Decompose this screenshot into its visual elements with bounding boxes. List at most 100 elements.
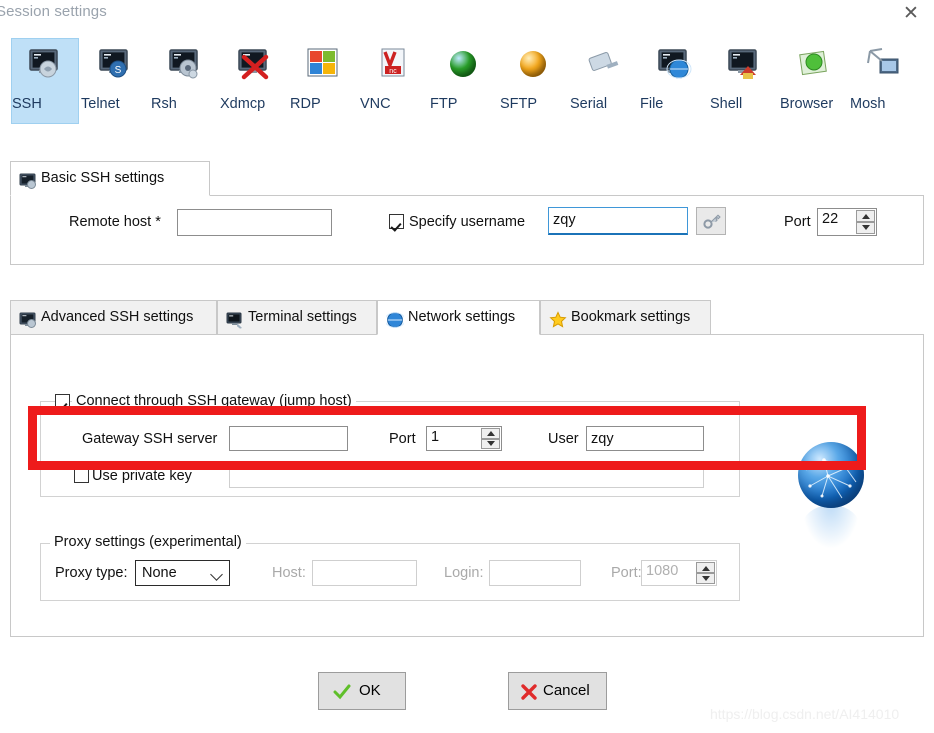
gateway-user-label: User: [548, 431, 579, 447]
session-type-shell[interactable]: Shell: [709, 38, 779, 124]
proxy-port-label: Port:: [611, 565, 642, 581]
session-type-sftp[interactable]: SFTP: [499, 38, 569, 124]
check-icon: [333, 683, 351, 701]
session-type-label: Mosh: [850, 96, 886, 112]
tab-advanced-ssh-settings[interactable]: Advanced SSH settings: [10, 300, 217, 335]
session-type-label: Xdmcp: [220, 96, 266, 112]
shell-icon: [722, 45, 766, 95]
gateway-port-label: Port: [389, 431, 416, 447]
network-globe-icon: [798, 442, 864, 508]
private-key-input[interactable]: [229, 462, 704, 488]
port-spinner[interactable]: 22: [817, 208, 877, 236]
ssh-icon: [23, 45, 67, 95]
browser-icon: [792, 45, 836, 95]
gateway-port-spinner-arrows[interactable]: [481, 428, 500, 449]
port-spinner-arrows[interactable]: [856, 210, 875, 234]
session-type-ssh[interactable]: SSH: [11, 38, 79, 124]
globe-icon: [384, 309, 406, 328]
port-decrement-button[interactable]: [856, 222, 875, 234]
session-type-label: Rsh: [151, 96, 177, 112]
svg-text:S: S: [115, 65, 122, 76]
rdp-icon: [302, 45, 346, 95]
proxy-login-input[interactable]: [489, 560, 581, 586]
session-type-rsh[interactable]: Rsh: [150, 38, 220, 124]
use-private-key-label: Use private key: [92, 468, 192, 484]
terminal-icon: [226, 309, 244, 329]
gateway-port-increment-button[interactable]: [481, 428, 500, 439]
session-type-vnc[interactable]: nc VNC: [359, 38, 429, 124]
session-type-file[interactable]: File: [639, 38, 709, 124]
session-type-ftp[interactable]: FTP: [429, 38, 499, 124]
gateway-port-spinner[interactable]: 1: [426, 426, 502, 451]
session-type-label: SFTP: [500, 96, 538, 112]
session-type-label: Browser: [780, 96, 834, 112]
session-type-label: File: [640, 96, 664, 112]
session-type-toolbar: SSH S Telnet Rsh Xdmcp RDP nc VNC FTP SFTP Serial F…: [0, 38, 934, 130]
ssh-gateway-group-label: Connect through SSH gateway (jump host): [72, 393, 356, 409]
gateway-user-input[interactable]: zqy: [586, 426, 704, 451]
tab-network-settings[interactable]: Network settings: [377, 300, 540, 335]
session-type-rdp[interactable]: RDP: [289, 38, 359, 124]
port-label: Port: [784, 214, 811, 230]
session-type-xdmcp[interactable]: Xdmcp: [219, 38, 289, 124]
file-icon: [652, 45, 696, 95]
monitor-icon: [19, 170, 37, 189]
proxy-type-value: None: [142, 565, 177, 581]
proxy-type-select[interactable]: None: [135, 560, 230, 586]
vnc-icon: nc: [372, 45, 416, 95]
remote-host-label: Remote host *: [69, 214, 161, 230]
tab-label: Bookmark settings: [571, 309, 691, 325]
window-title: Session settings: [0, 3, 107, 20]
proxy-login-label: Login:: [444, 565, 484, 581]
key-icon-button[interactable]: [696, 207, 726, 235]
gateway-port-decrement-button[interactable]: [481, 438, 500, 449]
use-private-key-checkbox[interactable]: [74, 468, 89, 483]
session-type-mosh[interactable]: Mosh: [849, 38, 919, 124]
cross-icon: [520, 683, 538, 701]
proxy-host-input[interactable]: [312, 560, 417, 586]
proxy-port-spinner-arrows[interactable]: [696, 562, 715, 584]
rsh-icon: [163, 45, 207, 95]
chevron-down-icon: [210, 568, 223, 581]
session-type-label: SSH: [12, 96, 42, 112]
titlebar: Session settings ✕: [0, 0, 934, 30]
close-icon[interactable]: ✕: [896, 1, 926, 27]
port-value: 22: [822, 211, 839, 227]
basic-ssh-panel: Remote host * Specify username zqy Port …: [10, 195, 924, 265]
tab-terminal-settings[interactable]: Terminal settings: [217, 300, 377, 335]
username-input[interactable]: zqy: [548, 207, 688, 235]
proxy-port-decrement-button[interactable]: [696, 573, 715, 584]
ok-button[interactable]: OK: [318, 672, 406, 710]
tab-label: Network settings: [408, 309, 516, 325]
remote-host-input[interactable]: [177, 209, 332, 236]
sftp-icon: [512, 45, 556, 95]
session-type-label: Shell: [710, 96, 743, 112]
proxy-port-value: 1080: [646, 563, 679, 579]
session-type-browser[interactable]: Browser: [779, 38, 849, 124]
monitor-icon: [19, 309, 37, 328]
session-type-serial[interactable]: Serial: [569, 38, 639, 124]
globe-reflection: [802, 505, 860, 549]
xdmcp-icon: [232, 45, 276, 95]
proxy-port-spinner[interactable]: 1080: [641, 560, 717, 586]
proxy-host-label: Host:: [272, 565, 306, 581]
tab-label: Advanced SSH settings: [41, 309, 194, 325]
connect-through-gateway-checkbox[interactable]: [55, 394, 70, 409]
watermark: https://blog.csdn.net/AI414010: [710, 706, 900, 722]
session-type-label: Telnet: [81, 96, 120, 112]
tab-basic-ssh-settings[interactable]: Basic SSH settings: [10, 161, 210, 196]
cancel-button[interactable]: Cancel: [508, 672, 607, 710]
star-icon: [549, 309, 567, 328]
gateway-server-input[interactable]: [229, 426, 348, 451]
proxy-port-increment-button[interactable]: [696, 562, 715, 573]
session-type-telnet[interactable]: S Telnet: [80, 38, 150, 124]
port-increment-button[interactable]: [856, 210, 875, 222]
specify-username-checkbox[interactable]: [389, 214, 404, 229]
tab-bookmark-settings[interactable]: Bookmark settings: [540, 300, 711, 335]
svg-text:nc: nc: [389, 68, 397, 75]
ok-label: OK: [359, 682, 381, 699]
proxy-type-label: Proxy type:: [55, 565, 128, 581]
ftp-icon: [442, 45, 486, 95]
proxy-group-label: Proxy settings (experimental): [50, 534, 246, 550]
gateway-server-label: Gateway SSH server: [82, 431, 218, 447]
